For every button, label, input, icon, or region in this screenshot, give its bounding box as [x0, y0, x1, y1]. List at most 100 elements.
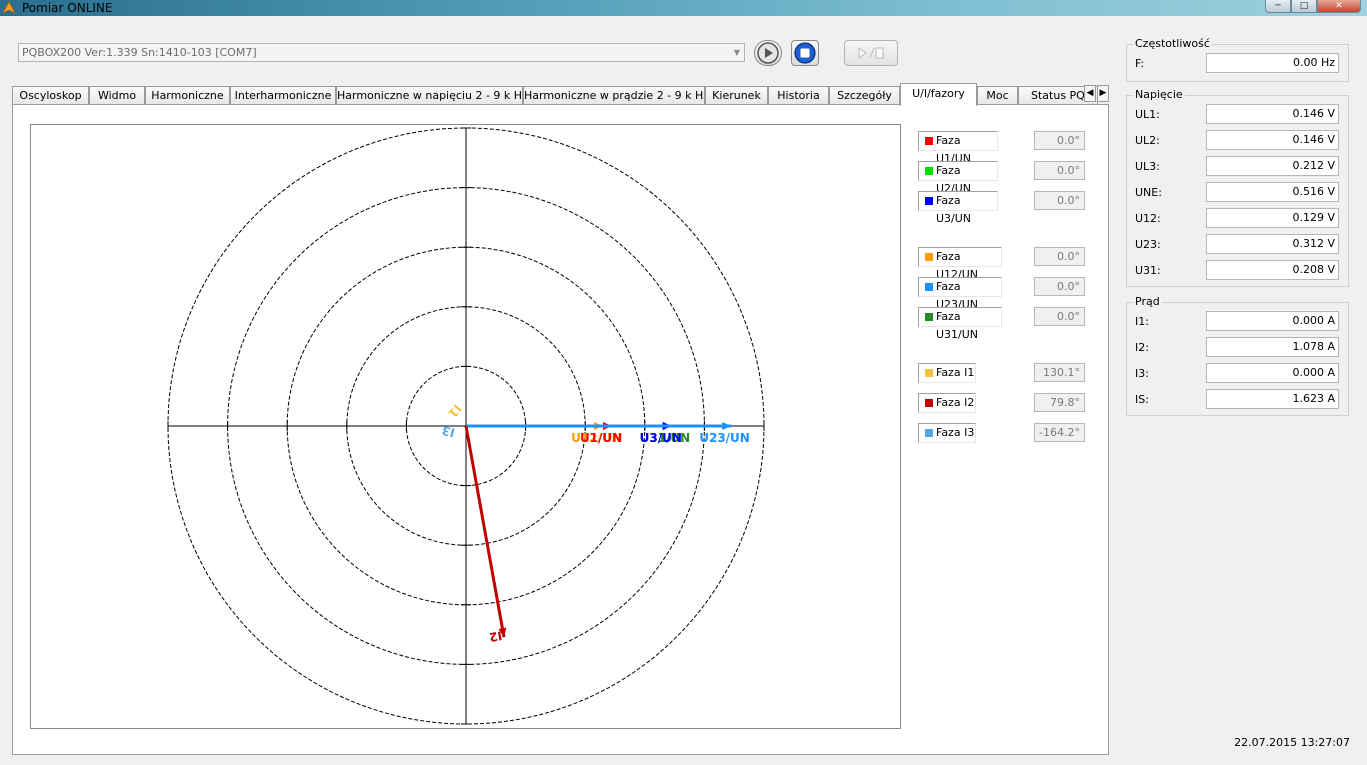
angle-i3: -164.2° — [1034, 423, 1085, 442]
chevron-left-icon: ◀ — [1086, 88, 1094, 98]
legend-u12: Faza U12/UN — [918, 247, 1002, 281]
current-group: Prąd I1: 0.000 A I2: 1.078 A I3: 0.000 A… — [1126, 295, 1349, 416]
phasor-label: I1 — [445, 402, 464, 421]
legend-swatch — [925, 197, 933, 205]
chevron-down-icon: ▼ — [733, 48, 740, 57]
tab-oscyloskop[interactable]: Oscyloskop — [12, 86, 89, 105]
legend-u1: Faza U1/UN — [918, 131, 998, 165]
tab-harmoniczne-napiecie[interactable]: Harmoniczne w napięciu 2 - 9 k Hz — [336, 86, 523, 105]
ul3-label: UL3: — [1135, 160, 1160, 173]
voltage-group-title: Napięcie — [1133, 88, 1185, 101]
i2-value: 1.078 A — [1206, 337, 1339, 357]
ul2-value: 0.146 V — [1206, 130, 1339, 150]
ul3-value: 0.212 V — [1206, 156, 1339, 176]
tab-historia[interactable]: Historia — [768, 86, 829, 105]
angle-u23: 0.0° — [1034, 277, 1085, 296]
f-label: F: — [1135, 57, 1145, 70]
maximize-button[interactable]: □ — [1291, 0, 1317, 13]
angle-i2: 79.8° — [1034, 393, 1085, 412]
app-logo-icon — [2, 1, 16, 14]
f-value: 0.00 Hz — [1206, 53, 1339, 73]
angle-u2: 0.0° — [1034, 161, 1085, 180]
phasor-label: I2 — [488, 628, 503, 644]
title-bar: Pomiar ONLINE ─ □ ✕ — [0, 0, 1367, 16]
legend-label: Faza I2 — [936, 396, 975, 409]
legend-label: Faza I3 — [936, 426, 975, 439]
close-icon: ✕ — [1335, 1, 1343, 11]
play-button[interactable] — [754, 40, 782, 66]
legend-swatch — [925, 253, 933, 261]
phasor-label: U1/UN — [580, 431, 622, 445]
legend-i3: Faza I3 — [918, 423, 976, 443]
legend-swatch — [925, 137, 933, 145]
tab-kierunek[interactable]: Kierunek — [705, 86, 768, 105]
tab-moc[interactable]: Moc — [977, 86, 1018, 105]
u31-label: U31: — [1135, 264, 1161, 277]
frequency-group-title: Częstotliwość — [1133, 37, 1212, 50]
legend-u3: Faza U3/UN — [918, 191, 998, 225]
i1-value: 0.000 A — [1206, 311, 1339, 331]
legend-u23: Faza U23/UN — [918, 277, 1002, 311]
is-value: 1.623 A — [1206, 389, 1339, 409]
angle-u1: 0.0° — [1034, 131, 1085, 150]
ul1-label: UL1: — [1135, 108, 1160, 121]
angle-u31: 0.0° — [1034, 307, 1085, 326]
play-icon — [757, 42, 779, 64]
tab-szczegoly[interactable]: Szczegóły — [829, 86, 900, 105]
ul1-value: 0.146 V — [1206, 104, 1339, 124]
ul2-label: UL2: — [1135, 134, 1160, 147]
u12-value: 0.129 V — [1206, 208, 1339, 228]
phasor-diagram: U12/UN U1/UN U31/UN U3/UN U23/UN I2 I1 I3 — [30, 124, 901, 729]
legend-u2: Faza U2/UN — [918, 161, 998, 195]
phasor-svg: U12/UNU1/UN U31/UNU3/UN U23/UNI2I1I3 — [167, 127, 765, 725]
window-title: Pomiar ONLINE — [22, 1, 113, 15]
legend-i2: Faza I2 — [918, 393, 976, 413]
u23-label: U23: — [1135, 238, 1161, 251]
legend-swatch — [925, 167, 933, 175]
phasor-vector — [464, 425, 506, 638]
legend-swatch — [925, 313, 933, 321]
phasor-label: U23/UN — [699, 431, 750, 445]
legend-swatch — [925, 399, 933, 407]
i3-value: 0.000 A — [1206, 363, 1339, 383]
legend-swatch — [925, 369, 933, 377]
stop-icon — [794, 42, 816, 64]
tab-interharmoniczne[interactable]: Interharmoniczne — [230, 86, 336, 105]
maximize-icon: □ — [1299, 1, 1309, 11]
legend-swatch — [925, 429, 933, 437]
legend-u31: Faza U31/UN — [918, 307, 1002, 341]
legend-i1: Faza I1 — [918, 363, 976, 383]
u31-value: 0.208 V — [1206, 260, 1339, 280]
tab-scroll-right-button[interactable]: ▶ — [1097, 85, 1109, 102]
phasor-label: U3/UN — [640, 431, 682, 445]
play-pause-icon — [858, 47, 884, 59]
status-datetime: 22.07.2015 13:27:07 — [1234, 736, 1350, 749]
angle-u12: 0.0° — [1034, 247, 1085, 266]
device-select-value: PQBOX200 Ver:1.339 Sn:1410-103 [COM7] — [22, 46, 257, 59]
is-label: IS: — [1135, 393, 1149, 406]
legend-label: Faza I1 — [936, 366, 975, 379]
phasor-arrowhead — [722, 422, 732, 430]
angle-u3: 0.0° — [1034, 191, 1085, 210]
tab-harmoniczne-prad[interactable]: Harmoniczne w prądzie 2 - 9 k Hz — [523, 86, 705, 105]
i2-label: I2: — [1135, 341, 1149, 354]
minimize-button[interactable]: ─ — [1265, 0, 1291, 13]
une-label: UNE: — [1135, 186, 1162, 199]
tab-widmo[interactable]: Widmo — [89, 86, 145, 105]
play-pause-button[interactable] — [844, 40, 898, 66]
tab-strip: Oscyloskop Widmo Harmoniczne Interharmon… — [12, 83, 1110, 106]
close-button[interactable]: ✕ — [1317, 0, 1361, 13]
voltage-group: Napięcie UL1: 0.146 V UL2: 0.146 V UL3: … — [1126, 88, 1349, 287]
device-select[interactable]: PQBOX200 Ver:1.339 Sn:1410-103 [COM7] ▼ — [18, 43, 745, 62]
tab-harmoniczne[interactable]: Harmoniczne — [145, 86, 230, 105]
chevron-right-icon: ▶ — [1099, 88, 1107, 98]
tab-scroll-left-button[interactable]: ◀ — [1084, 85, 1096, 102]
une-value: 0.516 V — [1206, 182, 1339, 202]
u23-value: 0.312 V — [1206, 234, 1339, 254]
current-group-title: Prąd — [1133, 295, 1162, 308]
stop-button[interactable] — [791, 40, 819, 66]
i1-label: I1: — [1135, 315, 1149, 328]
angle-i1: 130.1° — [1034, 363, 1085, 382]
i3-label: I3: — [1135, 367, 1149, 380]
tab-ui-fazory[interactable]: U/I/fazory — [900, 83, 977, 106]
